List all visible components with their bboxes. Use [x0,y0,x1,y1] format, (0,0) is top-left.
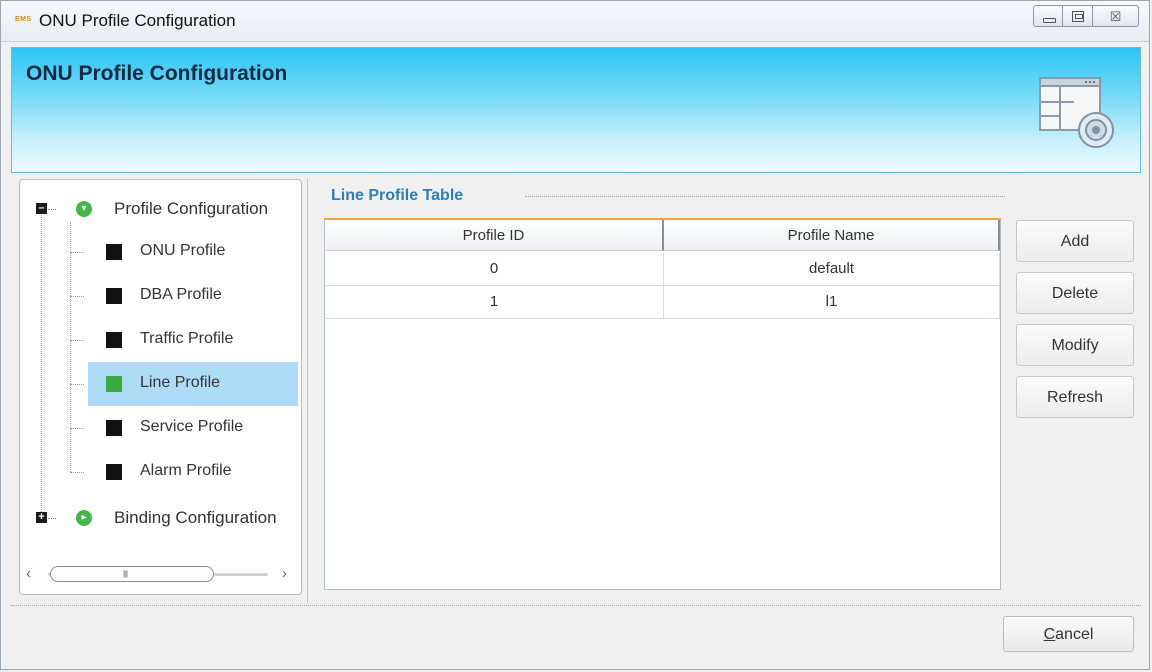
scroll-thumb[interactable]: ||||| [50,566,214,582]
tree-item-label: DBA Profile [140,286,222,303]
node-square-icon [106,376,122,392]
tree-item-onu-profile[interactable]: ONU Profile [70,230,298,274]
cell-profile-id: 0 [325,253,664,285]
cancel-button[interactable]: Cancel [1003,616,1134,652]
table-header: Profile ID Profile Name [325,220,1000,253]
delete-button[interactable]: Delete [1016,272,1134,314]
add-button[interactable]: Add [1016,220,1134,262]
grip-icon: ||||| [123,571,128,578]
app-window: EMS ONU Profile Configuration ☒ ONU Prof… [0,0,1150,670]
panel-divider[interactable] [307,179,308,603]
expanded-arrow-icon: ▾ [76,201,92,217]
tree-item-alarm-profile[interactable]: Alarm Profile [70,450,298,494]
node-square-icon [106,288,122,304]
line-profile-table[interactable]: Profile ID Profile Name 0 default 1 l1 [324,218,1001,590]
tree-connector [70,472,84,473]
column-header-profile-id[interactable]: Profile ID [325,220,664,251]
scroll-left-icon[interactable]: ‹ [26,565,31,582]
tree-item-label: Alarm Profile [140,462,232,479]
minimize-button[interactable] [1033,5,1063,27]
cancel-label: ancel [1055,626,1094,643]
cell-profile-name: default [664,253,1000,285]
header-banner: ONU Profile Configuration [11,47,1141,173]
navigation-tree[interactable]: – ▾ Profile Configuration ONU Profile DB… [19,179,302,595]
collapsed-arrow-icon: ▸ [76,510,92,526]
cell-profile-name: l1 [664,286,1000,318]
tree-item-dba-profile[interactable]: DBA Profile [70,274,298,318]
window-title: ONU Profile Configuration [39,11,236,30]
node-square-icon [106,332,122,348]
table-row[interactable]: 0 default [325,253,1000,286]
cancel-mnemonic: C [1043,626,1056,643]
refresh-button[interactable]: Refresh [1016,376,1134,418]
section-title: Line Profile Table [331,187,464,204]
minimize-icon [1043,18,1056,23]
node-square-icon [106,244,122,260]
tree-connector [70,428,84,429]
profile-settings-icon [1039,77,1114,148]
title-bar[interactable]: EMS ONU Profile Configuration ☒ [1,1,1149,42]
expand-icon[interactable]: + [36,512,47,523]
tree-connector [48,518,56,520]
table-row[interactable]: 1 l1 [325,286,1000,319]
tree-connector [70,252,84,253]
collapse-icon[interactable]: – [36,203,47,214]
maximize-icon [1072,11,1084,22]
maximize-button[interactable] [1063,5,1093,27]
tree-group-label: Binding Configuration [114,508,277,527]
modify-button[interactable]: Modify [1016,324,1134,366]
tree-connector [48,209,56,211]
tree-connector [41,206,43,522]
window-controls: ☒ [1033,5,1139,27]
scroll-right-icon[interactable]: › [282,565,287,582]
tree-item-label: Line Profile [140,374,221,391]
tree-item-service-profile[interactable]: Service Profile [70,406,298,450]
tree-connector [70,384,84,385]
column-header-profile-name[interactable]: Profile Name [664,220,1000,251]
tree-item-label: Service Profile [140,418,244,435]
tree-connector [70,296,84,297]
tree-group-label: Profile Configuration [114,199,269,218]
node-square-icon [106,420,122,436]
cell-profile-id: 1 [325,286,664,318]
section-divider [525,196,1005,197]
tree-item-label: ONU Profile [140,242,226,259]
tree-connector [70,340,84,341]
footer-divider [11,605,1141,606]
close-icon: ☒ [1109,9,1122,24]
tree-item-label: Traffic Profile [140,330,234,347]
tree-item-line-profile[interactable]: Line Profile [70,362,298,406]
banner-title: ONU Profile Configuration [26,62,288,85]
app-logo-icon: EMS [15,16,32,23]
tree-connector [70,222,72,472]
horizontal-scrollbar[interactable]: ‹ ||||| › [24,565,298,584]
node-square-icon [106,464,122,480]
tree-item-traffic-profile[interactable]: Traffic Profile [70,318,298,362]
close-button[interactable]: ☒ [1093,5,1139,27]
